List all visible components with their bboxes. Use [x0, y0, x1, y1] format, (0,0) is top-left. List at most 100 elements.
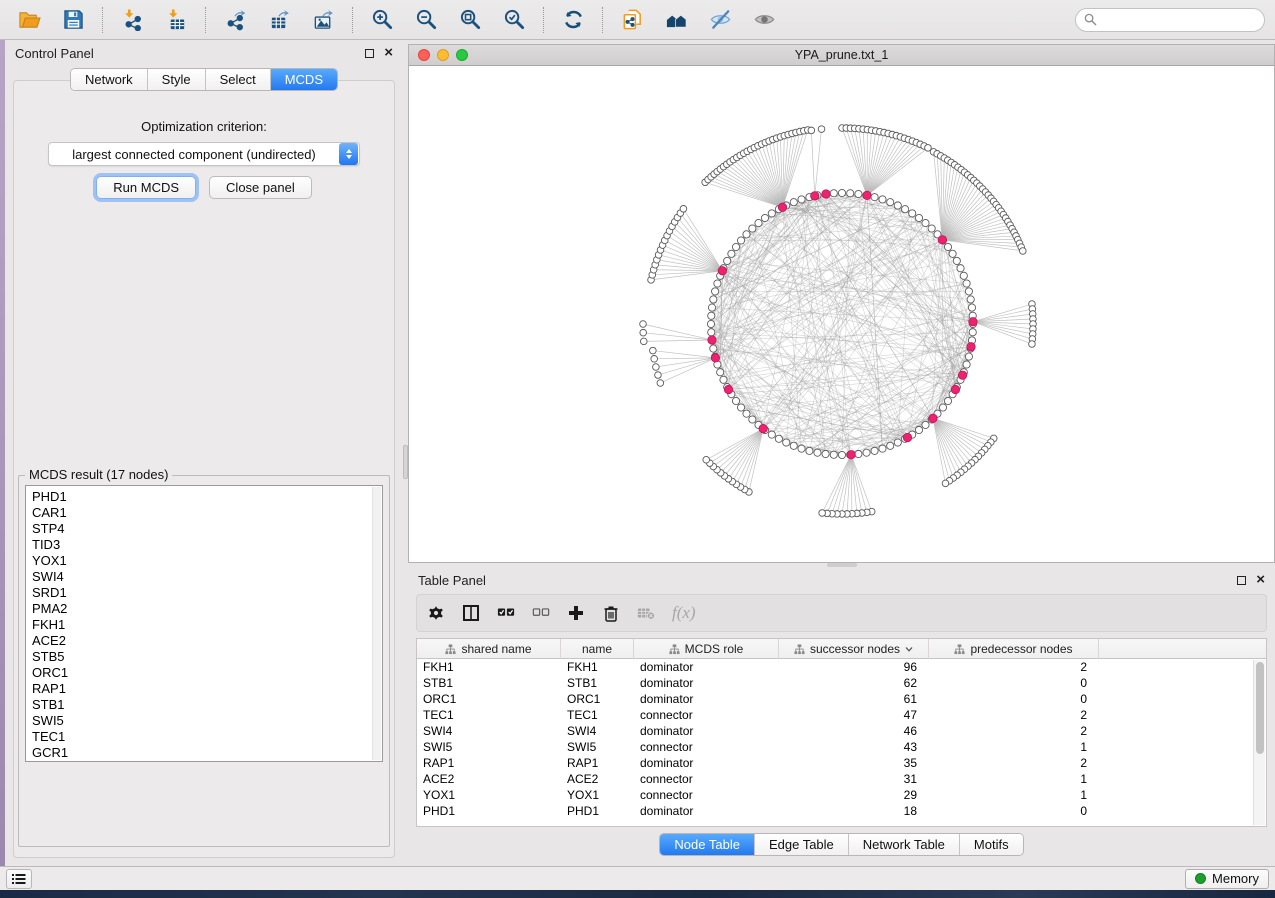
table-settings-button[interactable] — [427, 604, 445, 622]
table-row[interactable]: TEC1TEC1connector472 — [417, 707, 1266, 723]
mcds-result-item[interactable]: SWI4 — [32, 569, 382, 585]
hide-selected-button[interactable] — [701, 5, 739, 35]
close-panel-button[interactable]: Close panel — [209, 176, 312, 199]
mcds-result-item[interactable]: TEC1 — [32, 729, 382, 745]
column-header-successor-nodes[interactable]: successor nodes — [779, 639, 929, 659]
delete-column-button[interactable] — [602, 604, 620, 622]
splitter-grip[interactable] — [403, 445, 408, 479]
node-table: shared name name MCDS role successor nod… — [416, 638, 1267, 827]
memory-button[interactable]: Memory — [1185, 869, 1269, 889]
table-row[interactable]: FKH1FKH1dominator962 — [417, 659, 1266, 675]
first-neighbors-button[interactable] — [657, 5, 695, 35]
float-panel-icon[interactable] — [365, 49, 374, 58]
mcds-result-item[interactable]: SWI5 — [32, 713, 382, 729]
zoom-in-button[interactable] — [363, 5, 401, 35]
tab-edge-table[interactable]: Edge Table — [755, 834, 849, 855]
mcds-result-item[interactable]: RAP1 — [32, 681, 382, 697]
apply-layout-button[interactable] — [554, 5, 592, 35]
tab-mcds[interactable]: MCDS — [271, 69, 337, 90]
mcds-result-item[interactable]: TID3 — [32, 537, 382, 553]
network-titlebar[interactable]: YPA_prune.txt_1 — [408, 44, 1275, 66]
table-row[interactable]: PHD1PHD1dominator180 — [417, 803, 1266, 819]
close-window-icon[interactable] — [418, 49, 430, 61]
close-panel-icon[interactable]: × — [1256, 575, 1265, 585]
table-row[interactable]: RAP1RAP1dominator352 — [417, 755, 1266, 771]
zoom-out-button[interactable] — [407, 5, 445, 35]
column-header-name[interactable]: name — [561, 639, 634, 659]
table-cell: connector — [634, 739, 779, 755]
select-all-rows-button[interactable] — [497, 604, 515, 622]
checked-boxes-icon — [497, 604, 515, 622]
table-row[interactable]: ACE2ACE2connector311 — [417, 771, 1266, 787]
tab-network-table[interactable]: Network Table — [849, 834, 960, 855]
table-cell: FKH1 — [561, 659, 634, 675]
table-cell: 62 — [779, 675, 929, 691]
mcds-list-scrollbar[interactable] — [372, 487, 381, 760]
show-columns-button[interactable] — [462, 604, 480, 622]
minimize-window-icon[interactable] — [437, 49, 449, 61]
zoom-fit-button[interactable] — [451, 5, 489, 35]
float-panel-icon[interactable] — [1237, 576, 1246, 585]
mcds-result-item[interactable]: ACE2 — [32, 633, 382, 649]
table-row[interactable]: YOX1YOX1connector291 — [417, 787, 1266, 803]
table-cell: ACE2 — [417, 771, 561, 787]
tab-network[interactable]: Network — [71, 69, 148, 90]
duplicate-network-button[interactable] — [613, 5, 651, 35]
column-header-mcds-role[interactable]: MCDS role — [634, 639, 779, 659]
criterion-dropdown[interactable]: largest connected component (undirected) — [48, 142, 360, 166]
zoom-selected-button[interactable] — [495, 5, 533, 35]
control-panel-tabs: Network Style Select MCDS — [5, 68, 403, 91]
maximize-window-icon[interactable] — [456, 49, 468, 61]
tab-style[interactable]: Style — [148, 69, 206, 90]
mcds-result-item[interactable]: CAR1 — [32, 505, 382, 521]
table-row[interactable]: SWI5SWI5connector431 — [417, 739, 1266, 755]
column-header-predecessor-nodes[interactable]: predecessor nodes — [929, 639, 1099, 659]
mcds-result-item[interactable]: PHD1 — [32, 489, 382, 505]
mcds-result-item[interactable]: STB5 — [32, 649, 382, 665]
table-cell — [1099, 675, 1266, 691]
mcds-result-item[interactable]: YOX1 — [32, 553, 382, 569]
mcds-result-item[interactable]: STB1 — [32, 697, 382, 713]
tab-motifs[interactable]: Motifs — [960, 834, 1023, 855]
mcds-result-item[interactable]: STP4 — [32, 521, 382, 537]
scrollbar-thumb[interactable] — [1256, 662, 1264, 754]
export-table-button[interactable] — [260, 5, 298, 35]
add-column-button[interactable] — [567, 604, 585, 622]
export-table-icon — [268, 8, 291, 31]
table-row[interactable]: ORC1ORC1dominator610 — [417, 691, 1266, 707]
column-header-shared-name[interactable]: shared name — [417, 639, 561, 659]
mcds-result-item[interactable]: ORC1 — [32, 665, 382, 681]
table-cell — [1099, 691, 1266, 707]
vertical-splitter[interactable] — [403, 40, 408, 866]
mcds-result-item[interactable]: FKH1 — [32, 617, 382, 633]
export-network-button[interactable] — [216, 5, 254, 35]
eye-icon — [753, 8, 776, 31]
splitter-grip[interactable] — [827, 563, 857, 567]
deselect-all-rows-button[interactable] — [532, 604, 550, 622]
table-row[interactable]: SWI4SWI4dominator462 — [417, 723, 1266, 739]
export-image-button[interactable] — [304, 5, 342, 35]
horizontal-splitter[interactable] — [408, 563, 1275, 567]
network-canvas[interactable] — [408, 66, 1275, 563]
table-cell: TEC1 — [417, 707, 561, 723]
import-network-button[interactable] — [113, 5, 151, 35]
import-table-button[interactable] — [157, 5, 195, 35]
sitemap-icon — [445, 644, 456, 655]
mcds-result-item[interactable]: PMA2 — [32, 601, 382, 617]
main-toolbar — [0, 0, 1275, 40]
mcds-result-item[interactable]: SRD1 — [32, 585, 382, 601]
show-all-button[interactable] — [745, 5, 783, 35]
task-history-button[interactable] — [6, 869, 32, 889]
table-cell: 2 — [929, 659, 1099, 675]
tab-node-table[interactable]: Node Table — [660, 834, 755, 855]
search-input[interactable] — [1075, 8, 1265, 32]
table-scrollbar[interactable] — [1253, 660, 1265, 825]
run-mcds-button[interactable]: Run MCDS — [96, 176, 196, 199]
open-file-button[interactable] — [10, 5, 48, 35]
mcds-result-item[interactable]: GCR1 — [32, 745, 382, 761]
mcds-result-list[interactable]: PHD1CAR1STP4TID3YOX1SWI4SRD1PMA2FKH1ACE2… — [25, 485, 383, 762]
close-panel-icon[interactable]: × — [384, 48, 393, 58]
table-row[interactable]: STB1STB1dominator620 — [417, 675, 1266, 691]
tab-select[interactable]: Select — [206, 69, 271, 90]
save-session-button[interactable] — [54, 5, 92, 35]
